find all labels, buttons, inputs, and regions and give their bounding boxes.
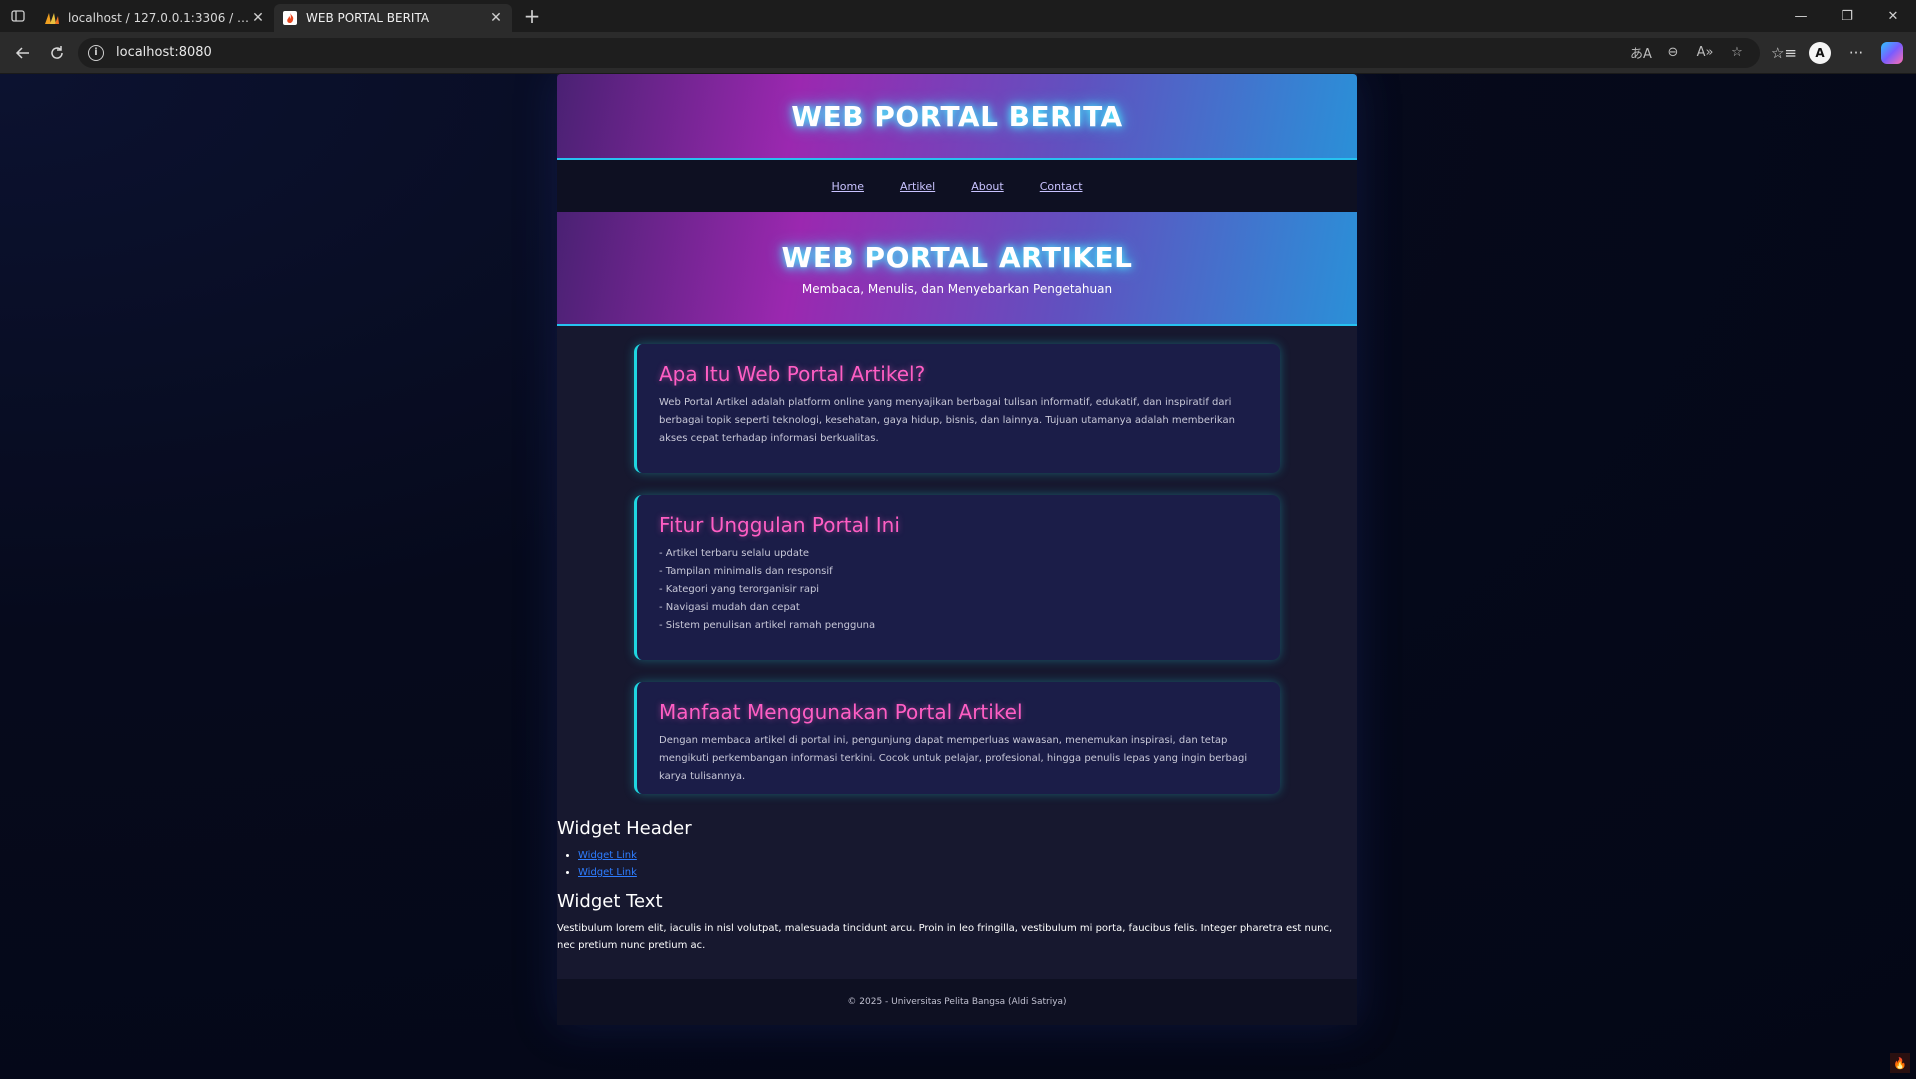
tab-title: WEB PORTAL BERITA bbox=[306, 11, 430, 25]
zoom-out-icon[interactable]: ⊖ bbox=[1660, 40, 1686, 66]
card-title: Fitur Unggulan Portal Ini bbox=[659, 513, 900, 537]
footer-copyright: © 2025 - Universitas Pelita Bangsa (Aldi… bbox=[847, 997, 1067, 1007]
card-title: Apa Itu Web Portal Artikel? bbox=[659, 362, 926, 386]
feature-item: - Tampilan minimalis dan responsif bbox=[659, 566, 833, 577]
copilot-icon[interactable] bbox=[1881, 41, 1903, 64]
hero-subtitle: Membaca, Menulis, dan Menyebarkan Penget… bbox=[801, 281, 1113, 296]
feature-card: Fitur Unggulan Portal Ini - Artikel terb… bbox=[634, 495, 1280, 660]
widget-link-list: Widget Link Widget Link bbox=[578, 847, 1357, 881]
site-header: WEB PORTAL BERITA bbox=[557, 74, 1357, 160]
benefit-card: Manfaat Menggunakan Portal Artikel Denga… bbox=[634, 682, 1280, 794]
list-item: Widget Link bbox=[578, 864, 1357, 881]
browser-tab-phpmyadmin[interactable]: localhost / 127.0.0.1:3306 / invent ✕ bbox=[36, 4, 274, 32]
window-controls: — ❐ ✕ bbox=[1778, 0, 1916, 32]
codeigniter-icon bbox=[282, 10, 298, 26]
site-container: WEB PORTAL BERITA Home Artikel About Con… bbox=[557, 74, 1357, 1025]
address-bar-row: i localhost:8080 あA ⊖ A» ☆ ☆≡ A ··· bbox=[0, 32, 1916, 74]
read-aloud-icon[interactable]: A» bbox=[1692, 40, 1718, 66]
widget-text-title: Widget Text bbox=[557, 891, 663, 912]
main-nav: Home Artikel About Contact bbox=[557, 160, 1357, 212]
browser-tab-portal[interactable]: WEB PORTAL BERITA ✕ bbox=[274, 4, 512, 32]
refresh-icon[interactable] bbox=[40, 37, 74, 69]
feature-item: - Kategori yang terorganisir rapi bbox=[659, 584, 820, 595]
widget-header-title: Widget Header bbox=[557, 818, 692, 839]
translate-icon[interactable]: あA bbox=[1628, 40, 1654, 66]
site-footer: © 2025 - Universitas Pelita Bangsa (Aldi… bbox=[557, 979, 1357, 1025]
nav-link-about[interactable]: About bbox=[971, 180, 1004, 193]
sidebar-widgets: Widget Header Widget Link Widget Link Wi… bbox=[557, 816, 1357, 954]
card-body: Dengan membaca artikel di portal ini, pe… bbox=[659, 735, 1248, 782]
close-tab-icon[interactable]: ✕ bbox=[250, 10, 266, 26]
more-menu-icon[interactable]: ··· bbox=[1838, 37, 1874, 69]
article-card: Apa Itu Web Portal Artikel? Web Portal A… bbox=[634, 344, 1280, 473]
profile-avatar-icon[interactable]: A bbox=[1809, 41, 1831, 64]
hero-banner: WEB PORTAL ARTIKEL Membaca, Menulis, dan… bbox=[557, 212, 1357, 326]
site-info-icon[interactable]: i bbox=[88, 44, 104, 61]
site-title: WEB PORTAL BERITA bbox=[791, 99, 1123, 133]
new-tab-icon[interactable]: + bbox=[518, 2, 546, 30]
restore-icon[interactable]: ❐ bbox=[1824, 0, 1870, 32]
tab-actions-icon[interactable] bbox=[0, 0, 36, 32]
browser-tab-bar: localhost / 127.0.0.1:3306 / invent ✕ WE… bbox=[0, 0, 1916, 32]
close-window-icon[interactable]: ✕ bbox=[1870, 0, 1916, 32]
close-tab-icon[interactable]: ✕ bbox=[488, 10, 504, 26]
widget-text-body: Vestibulum lorem elit, iaculis in nisl v… bbox=[557, 923, 1333, 951]
phpmyadmin-icon bbox=[44, 10, 60, 26]
favorites-icon[interactable]: ☆≡ bbox=[1766, 37, 1802, 69]
list-item: Widget Link bbox=[578, 847, 1357, 864]
hero-title: WEB PORTAL ARTIKEL bbox=[781, 240, 1133, 274]
url-field[interactable]: i localhost:8080 あA ⊖ A» ☆ bbox=[78, 37, 1760, 68]
page-viewport: WEB PORTAL BERITA Home Artikel About Con… bbox=[0, 74, 1916, 1079]
nav-link-artikel[interactable]: Artikel bbox=[900, 180, 935, 193]
favorite-star-icon[interactable]: ☆ bbox=[1724, 40, 1750, 66]
widget-link[interactable]: Widget Link bbox=[578, 850, 637, 861]
feature-item: - Artikel terbaru selalu update bbox=[659, 548, 810, 559]
tab-title: localhost / 127.0.0.1:3306 / invent bbox=[68, 11, 250, 25]
nav-link-contact[interactable]: Contact bbox=[1040, 180, 1083, 193]
feature-item: - Sistem penulisan artikel ramah penggun… bbox=[659, 620, 876, 631]
feature-item: - Navigasi mudah dan cepat bbox=[659, 602, 800, 613]
back-icon[interactable] bbox=[6, 37, 40, 69]
card-body: Web Portal Artikel adalah platform onlin… bbox=[659, 397, 1235, 444]
url-text: localhost:8080 bbox=[116, 45, 212, 60]
widget-link[interactable]: Widget Link bbox=[578, 867, 637, 878]
content-cards: Apa Itu Web Portal Artikel? Web Portal A… bbox=[557, 326, 1357, 794]
nav-link-home[interactable]: Home bbox=[831, 180, 863, 193]
debug-toolbar-icon[interactable]: 🔥 bbox=[1890, 1053, 1910, 1073]
minimize-icon[interactable]: — bbox=[1778, 0, 1824, 32]
card-title: Manfaat Menggunakan Portal Artikel bbox=[659, 700, 1023, 724]
